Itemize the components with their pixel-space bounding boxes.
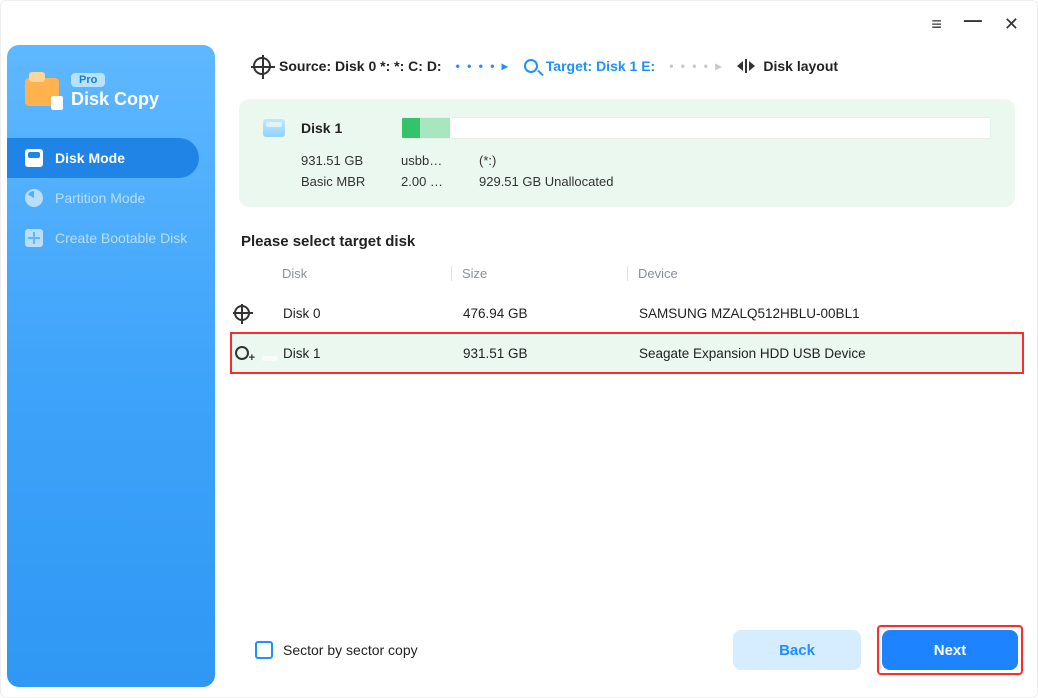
footer: Sector by sector copy Back Next [231, 625, 1023, 675]
step-label: Source: Disk 0 *: *: C: D: [279, 58, 442, 74]
main-content: Source: Disk 0 *: *: C: D: • • • • ▸ Tar… [231, 57, 1023, 373]
table-row[interactable]: Disk 0 476.94 GB SAMSUNG MZALQ512HBLU-00… [231, 293, 1023, 333]
close-icon[interactable]: ✕ [1004, 15, 1019, 33]
step-target[interactable]: Target: Disk 1 E: [524, 58, 655, 74]
next-button-highlight: Next [877, 625, 1023, 675]
sidebar-item-disk-mode[interactable]: Disk Mode [7, 138, 199, 178]
app-window: ≡ — ✕ Pro Disk Copy Disk Mode Partition … [0, 0, 1038, 698]
window-controls: ≡ — ✕ [931, 15, 1019, 33]
step-dots-icon: • • • • ▸ [669, 59, 723, 73]
sidebar-item-create-bootable[interactable]: Create Bootable Disk [7, 218, 215, 258]
partition-bar [401, 117, 991, 139]
pro-badge: Pro [71, 73, 105, 87]
section-title: Please select target disk [241, 233, 1023, 250]
source-marker-icon [231, 305, 253, 321]
step-disk-layout[interactable]: Disk layout [737, 57, 838, 75]
create-bootable-icon [25, 229, 43, 247]
sector-copy-label: Sector by sector copy [283, 642, 418, 658]
th-disk: Disk [281, 266, 451, 281]
summary-scheme: Basic MBR [301, 174, 385, 189]
target-summary-panel: Disk 1 931.51 GB usbb… (*:) Basic MBR 2.… [239, 99, 1015, 207]
sidebar-item-label: Partition Mode [55, 190, 145, 206]
sector-copy-checkbox[interactable] [255, 641, 273, 659]
app-logo-icon [25, 78, 59, 106]
summary-part1-size: 2.00 … [401, 174, 463, 189]
target-marker-icon [231, 346, 253, 360]
step-indicator: Source: Disk 0 *: *: C: D: • • • • ▸ Tar… [253, 57, 1023, 75]
disk-mode-icon [25, 149, 43, 167]
back-button[interactable]: Back [733, 630, 861, 670]
partition-segment [420, 118, 450, 138]
crosshair-icon [253, 57, 271, 75]
step-label: Disk layout [763, 58, 838, 74]
step-dots-icon: • • • • ▸ [456, 59, 510, 73]
app-name: Disk Copy [71, 89, 159, 110]
summary-total-size: 931.51 GB [301, 153, 385, 168]
cell-disk-name: Disk 1 [283, 346, 453, 361]
cell-disk-name: Disk 0 [283, 306, 453, 321]
th-device: Device [627, 266, 1023, 281]
step-label: Target: Disk 1 E: [546, 58, 655, 74]
th-size: Size [451, 266, 627, 281]
target-magnifier-icon [524, 59, 538, 73]
table-row[interactable]: Disk 1 931.51 GB Seagate Expansion HDD U… [231, 333, 1023, 373]
sidebar-item-label: Disk Mode [55, 150, 125, 166]
menu-icon[interactable]: ≡ [931, 15, 942, 33]
sidebar: Pro Disk Copy Disk Mode Partition Mode C… [7, 45, 215, 687]
summary-disk-name: Disk 1 [301, 120, 385, 136]
disk-icon [263, 119, 285, 137]
partition-mode-icon [25, 189, 43, 207]
summary-part1-name: usbb… [401, 153, 463, 168]
cell-size: 476.94 GB [453, 306, 629, 321]
next-button[interactable]: Next [882, 630, 1018, 670]
summary-part2-name: (*:) [479, 153, 529, 168]
cell-size: 931.51 GB [453, 346, 629, 361]
cell-device: SAMSUNG MZALQ512HBLU-00BL1 [629, 306, 1023, 321]
sidebar-item-label: Create Bootable Disk [55, 230, 187, 246]
minimize-icon[interactable]: — [964, 11, 982, 29]
sidebar-item-partition-mode[interactable]: Partition Mode [7, 178, 215, 218]
disk-layout-icon [737, 57, 755, 75]
partition-segment [402, 118, 420, 138]
step-source[interactable]: Source: Disk 0 *: *: C: D: [253, 57, 442, 75]
cell-device: Seagate Expansion HDD USB Device [629, 346, 1023, 361]
disk-table-header: Disk Size Device [231, 266, 1023, 293]
brand: Pro Disk Copy [7, 73, 215, 110]
summary-unallocated: 929.51 GB Unallocated [479, 174, 613, 189]
